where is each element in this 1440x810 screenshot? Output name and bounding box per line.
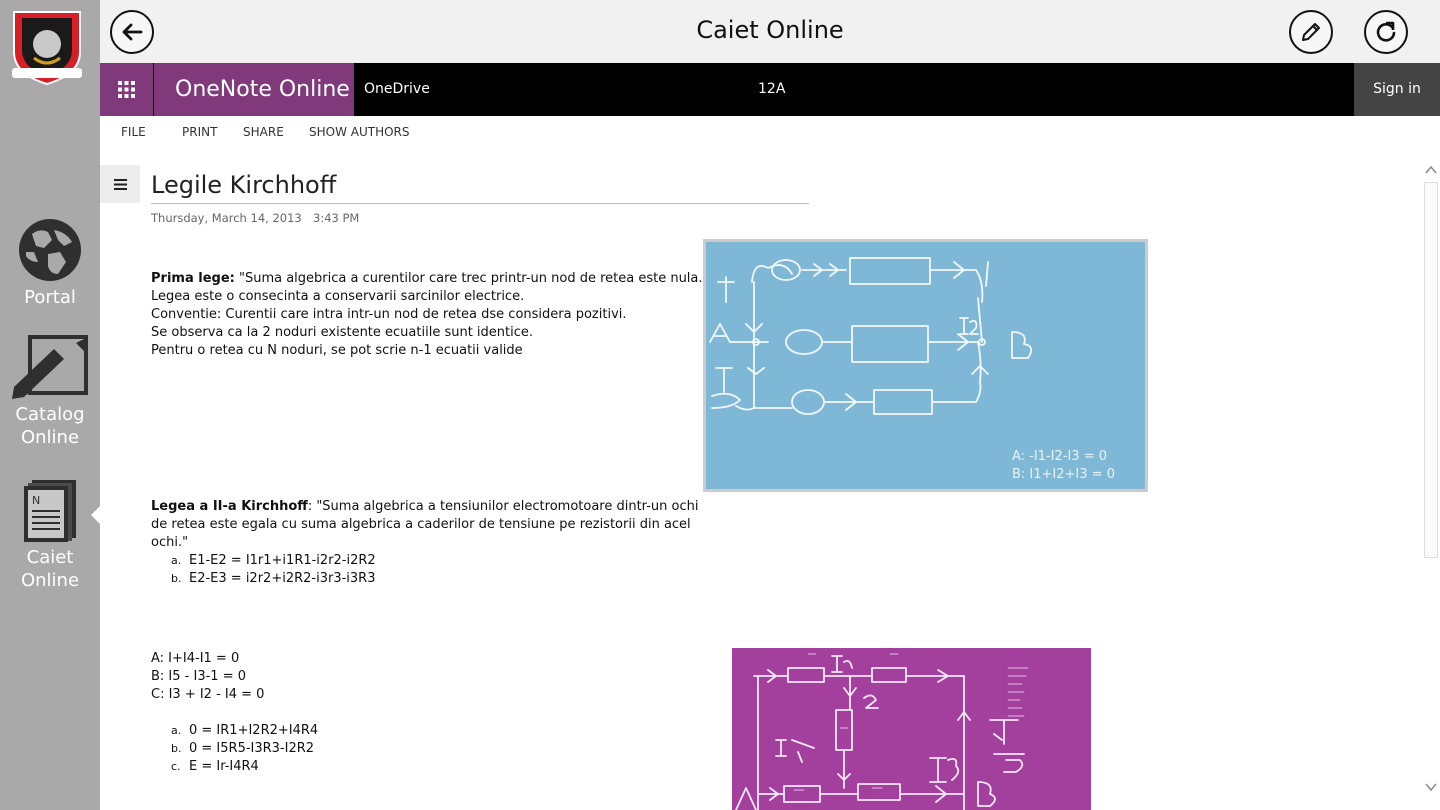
note-block-law1[interactable]: Prima lege: "Suma algebrica a curentilor…: [151, 270, 709, 360]
node-equation: A: I+I4-I1 = 0: [151, 651, 240, 666]
law2-heading: Legea a II-a Kirchhoff: [151, 499, 308, 514]
sign-in-button[interactable]: Sign in: [1354, 63, 1440, 116]
edit-button[interactable]: [1289, 10, 1333, 54]
rail-item-caiet-online[interactable]: N Caiet Online: [0, 478, 100, 592]
brand-label[interactable]: OneNote Online: [154, 63, 354, 116]
law2-quote-line: ochi.": [151, 535, 189, 550]
page-title[interactable]: Legile Kirchhoff: [151, 171, 336, 199]
app-window: Portal Catalog Online N Caiet Online Cai…: [0, 0, 1440, 810]
globe-icon: [19, 219, 81, 281]
onedrive-link[interactable]: OneDrive: [364, 63, 430, 116]
list-item: b. E2-E3 = i2r2+i2R2-i3r3-i3R3: [171, 571, 376, 586]
app-title: Caiet Online: [696, 16, 844, 44]
law1-first-line: Prima lege: "Suma algebrica a curentilor…: [151, 270, 709, 288]
pencil-notepad-icon: [12, 335, 88, 399]
suite-bar: OneNote Online OneDrive 12A Sign in: [100, 63, 1440, 116]
scroll-up-arrow-icon[interactable]: [1424, 163, 1438, 177]
waffle-grid-icon: [118, 81, 135, 98]
title-divider: [151, 203, 809, 204]
ribbon-tab-show-authors[interactable]: SHOW AUTHORS: [309, 125, 410, 139]
ribbon: FILE PRINT SHARE SHOW AUTHORS: [100, 116, 1440, 148]
circuit-drawing: [735, 653, 1029, 810]
circuit-sketch-image-2[interactable]: [732, 648, 1091, 810]
ribbon-tab-file[interactable]: FILE: [121, 125, 146, 139]
svg-text:N: N: [32, 494, 40, 507]
law2-first-line: Legea a II-a Kirchhoff: "Suma algebrica …: [151, 498, 698, 516]
app-launcher-button[interactable]: [100, 63, 153, 116]
ribbon-tab-share[interactable]: SHARE: [243, 125, 284, 139]
list-item: c. E = Ir-I4R4: [171, 759, 259, 774]
law1-line: Legea este o consecinta a conservarii sa…: [151, 289, 525, 304]
notebook-name: 12A: [758, 81, 786, 97]
list-item: a. 0 = IR1+I2R2+I4R4: [171, 723, 319, 738]
law2-quote-line: : "Suma algebrica a tensiunilor electrom…: [307, 499, 699, 514]
navigation-toggle-button[interactable]: [100, 165, 140, 203]
hamburger-icon: [113, 178, 127, 190]
scroll-down-arrow-icon[interactable]: [1424, 780, 1438, 794]
left-rail: Portal Catalog Online N Caiet Online: [0, 0, 100, 810]
rail-label-portal: Portal: [24, 287, 76, 308]
refresh-button[interactable]: [1364, 10, 1408, 54]
vertical-scrollbar[interactable]: [1424, 182, 1438, 558]
rail-label-caiet-online: Caiet Online: [20, 547, 80, 591]
refresh-icon: [1376, 21, 1396, 42]
note-block-nodes[interactable]: A: I+I4-I1 = 0 B: I5 - I3-1 = 0 C: I3 + …: [151, 650, 318, 776]
page-time: 3:43 PM: [313, 211, 360, 225]
rail-label-catalog-online: Catalog Online: [15, 404, 85, 448]
law1-line: Pentru o retea cu N noduri, se pot scrie…: [151, 343, 523, 358]
loop-equation-list: a. 0 = IR1+I2R2+I4R4 b. 0 = I5R5-I3R3-I2R2…: [171, 722, 318, 776]
image1-caption: B: I1+I2+I3 = 0: [1012, 467, 1115, 482]
law2-equation-list: a. E1-E2 = I1r1+i1R1-i2r2-i2R2 b. E2-E3 = …: [171, 552, 698, 588]
page-date: Thursday, March 14, 2013: [151, 211, 302, 225]
image1-caption: A: -I1-I2-I3 = 0: [1012, 449, 1107, 464]
law1-line: Se observa ca la 2 noduri existente ecua…: [151, 325, 534, 340]
notebook-icon: N: [24, 480, 76, 542]
law1-quote: "Suma algebrica a curentilor care trec p…: [234, 271, 709, 286]
circuit-sketch-image-1[interactable]: A: -I1-I2-I3 = 0 B: I1+I2+I3 = 0: [703, 239, 1148, 492]
node-equation: B: I5 - I3-1 = 0: [151, 669, 246, 684]
school-crest-icon: [12, 11, 82, 86]
node-equation: C: I3 + I2 - I4 = 0: [151, 687, 265, 702]
selected-indicator: [91, 506, 100, 524]
list-item: b. 0 = I5R5-I3R3-I2R2: [171, 741, 315, 756]
note-block-law2[interactable]: Legea a II-a Kirchhoff: "Suma algebrica …: [151, 498, 698, 588]
rail-item-portal[interactable]: Portal: [0, 218, 100, 309]
pencil-icon: [1302, 23, 1320, 41]
list-item: a. E1-E2 = I1r1+i1R1-i2r2-i2R2: [171, 553, 376, 568]
rail-item-catalog-online[interactable]: Catalog Online: [0, 333, 100, 449]
law1-heading: Prima lege:: [151, 271, 235, 286]
law1-line: Conventie: Curentii care intra intr-un n…: [151, 307, 627, 322]
ribbon-tab-print[interactable]: PRINT: [182, 125, 217, 139]
law2-quote-line: de retea este egala cu suma algebrica a …: [151, 517, 691, 532]
top-bar: Caiet Online: [100, 0, 1440, 63]
